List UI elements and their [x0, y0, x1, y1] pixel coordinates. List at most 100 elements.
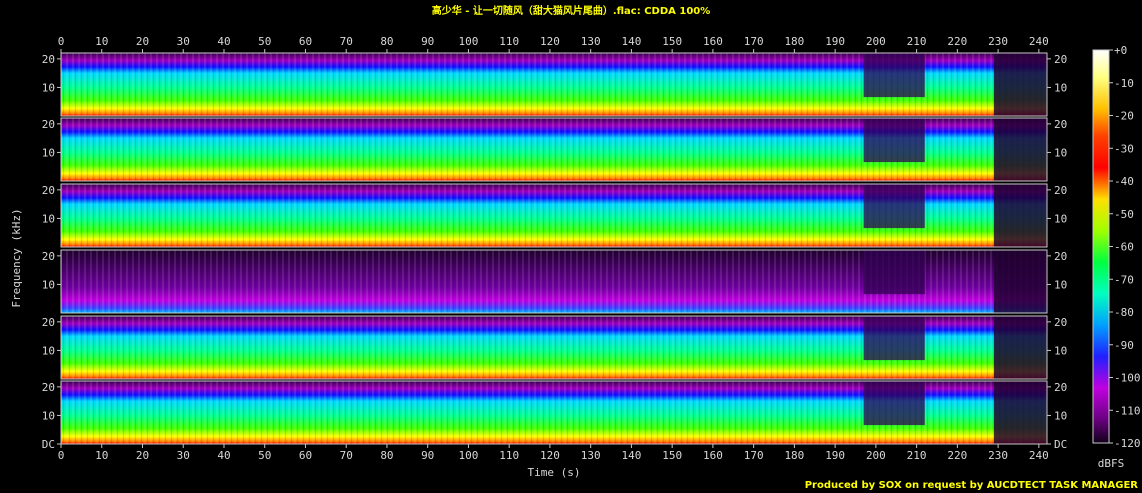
- colorbar-tick-label: -90: [1114, 339, 1134, 352]
- x-tick-label: 170: [744, 449, 764, 462]
- y-tick-label: 10: [1054, 344, 1067, 357]
- colorbar-tick-label: -50: [1114, 208, 1134, 221]
- footer-credit: Produced by SOX on request by AUCDTECT T…: [804, 480, 1138, 491]
- panel-quiet-region: [863, 316, 925, 361]
- x-tick-label: 100: [459, 449, 479, 462]
- x-tick-label: 10: [95, 35, 108, 48]
- x-tick-label: 50: [258, 449, 271, 462]
- spectrogram-panel: 20 20 10 10: [42, 117, 1067, 182]
- x-axis-label: Time (s): [528, 466, 581, 479]
- x-tick-label: 170: [744, 35, 764, 48]
- x-tick-label: 190: [825, 449, 845, 462]
- x-tick-label: 210: [907, 35, 927, 48]
- y-tick-label: 20: [42, 381, 55, 394]
- panel-tail-region: [994, 118, 1047, 181]
- x-tick-label: 80: [380, 35, 393, 48]
- x-tick-label: 160: [703, 35, 723, 48]
- x-tick-label: 220: [947, 35, 967, 48]
- y-tick-label: 10: [42, 81, 55, 94]
- x-tick-label: 230: [988, 35, 1008, 48]
- x-tick-label: 110: [499, 35, 519, 48]
- y-tick-label: DC: [1054, 438, 1067, 451]
- x-tick-label: 90: [421, 449, 434, 462]
- colorbar-tick-label: -20: [1114, 110, 1134, 123]
- colorbar-tick-label: -80: [1114, 306, 1134, 319]
- colorbar-tick-label: +0: [1114, 44, 1127, 57]
- y-tick-label: 10: [1054, 409, 1067, 422]
- spectrogram-panel: 20 20 10 10: [42, 315, 1067, 380]
- colorbar-label: dBFS: [1098, 457, 1125, 470]
- x-tick-label: 190: [825, 35, 845, 48]
- x-tick-label: 60: [299, 449, 312, 462]
- y-tick-label: 10: [1054, 212, 1067, 225]
- y-tick-label: 10: [42, 212, 55, 225]
- colorbar-tick-label: -100: [1114, 372, 1141, 385]
- y-tick-label: 10: [42, 409, 55, 422]
- x-tick-label: 0: [58, 35, 65, 48]
- y-tick-label: DC: [42, 438, 55, 451]
- panel-quiet-region: [863, 53, 925, 98]
- panel-tail-region: [994, 381, 1047, 444]
- x-tick-label: 80: [380, 449, 393, 462]
- x-tick-label: 130: [581, 449, 601, 462]
- x-tick-label: 180: [784, 449, 804, 462]
- y-tick-label: 20: [1054, 381, 1067, 394]
- x-tick-label: 150: [662, 35, 682, 48]
- colorbar-tick-label: -30: [1114, 142, 1134, 155]
- y-tick-label: 20: [42, 118, 55, 131]
- colorbar-scale: [1093, 50, 1109, 443]
- y-tick-label: 20: [1054, 118, 1067, 131]
- x-tick-label: 50: [258, 35, 271, 48]
- spectrogram-panel: 20 20 10 10: [42, 183, 1067, 248]
- colorbar-tick-label: -120: [1114, 437, 1141, 450]
- x-tick-label: 30: [177, 35, 190, 48]
- panel-tail-region: [994, 250, 1047, 313]
- y-tick-label: 20: [1054, 53, 1067, 66]
- colorbar-tick-label: -10: [1114, 77, 1134, 90]
- colorbar-tick-label: -40: [1114, 175, 1134, 188]
- y-axis-label: Frequency (kHz): [10, 208, 23, 307]
- y-tick-label: 10: [1054, 146, 1067, 159]
- panel-tail-region: [994, 53, 1047, 116]
- x-tick-label: 70: [340, 449, 353, 462]
- x-tick-label: 140: [621, 449, 641, 462]
- x-tick-label: 120: [540, 35, 560, 48]
- panel-tail-region: [994, 184, 1047, 247]
- x-tick-label: 60: [299, 35, 312, 48]
- colorbar-tick-label: -60: [1114, 241, 1134, 254]
- colorbar-tick-label: -110: [1114, 404, 1141, 417]
- x-tick-label: 30: [177, 449, 190, 462]
- y-tick-label: 20: [42, 184, 55, 197]
- spectrogram-panel: 20 20 10 10: [42, 249, 1067, 314]
- panel-quiet-region: [863, 381, 925, 426]
- x-tick-label: 90: [421, 35, 434, 48]
- y-tick-label: 10: [42, 146, 55, 159]
- x-tick-label: 240: [1029, 449, 1049, 462]
- panel-quiet-region: [863, 250, 925, 295]
- panel-tail-region: [994, 316, 1047, 379]
- panel-quiet-region: [863, 184, 925, 229]
- x-tick-label: 180: [784, 35, 804, 48]
- x-tick-label: 0: [58, 449, 65, 462]
- x-tick-label: 40: [217, 449, 230, 462]
- y-tick-label: 20: [42, 250, 55, 263]
- y-tick-label: 20: [42, 53, 55, 66]
- y-tick-label: 20: [1054, 250, 1067, 263]
- y-tick-label: 10: [42, 344, 55, 357]
- x-tick-label: 160: [703, 449, 723, 462]
- y-tick-label: 20: [1054, 316, 1067, 329]
- x-tick-label: 210: [907, 449, 927, 462]
- y-tick-label: 20: [1054, 184, 1067, 197]
- x-tick-label: 40: [217, 35, 230, 48]
- x-tick-label: 20: [136, 449, 149, 462]
- x-tick-label: 200: [866, 35, 886, 48]
- colorbar-tick-label: -70: [1114, 273, 1134, 286]
- y-tick-label: 10: [1054, 81, 1067, 94]
- x-tick-label: 240: [1029, 35, 1049, 48]
- spectrogram-panel: 20 20 10 10 DC DC: [42, 380, 1067, 451]
- x-tick-label: 110: [499, 449, 519, 462]
- x-tick-label: 140: [621, 35, 641, 48]
- x-tick-label: 20: [136, 35, 149, 48]
- y-tick-label: 20: [42, 316, 55, 329]
- x-tick-label: 200: [866, 449, 886, 462]
